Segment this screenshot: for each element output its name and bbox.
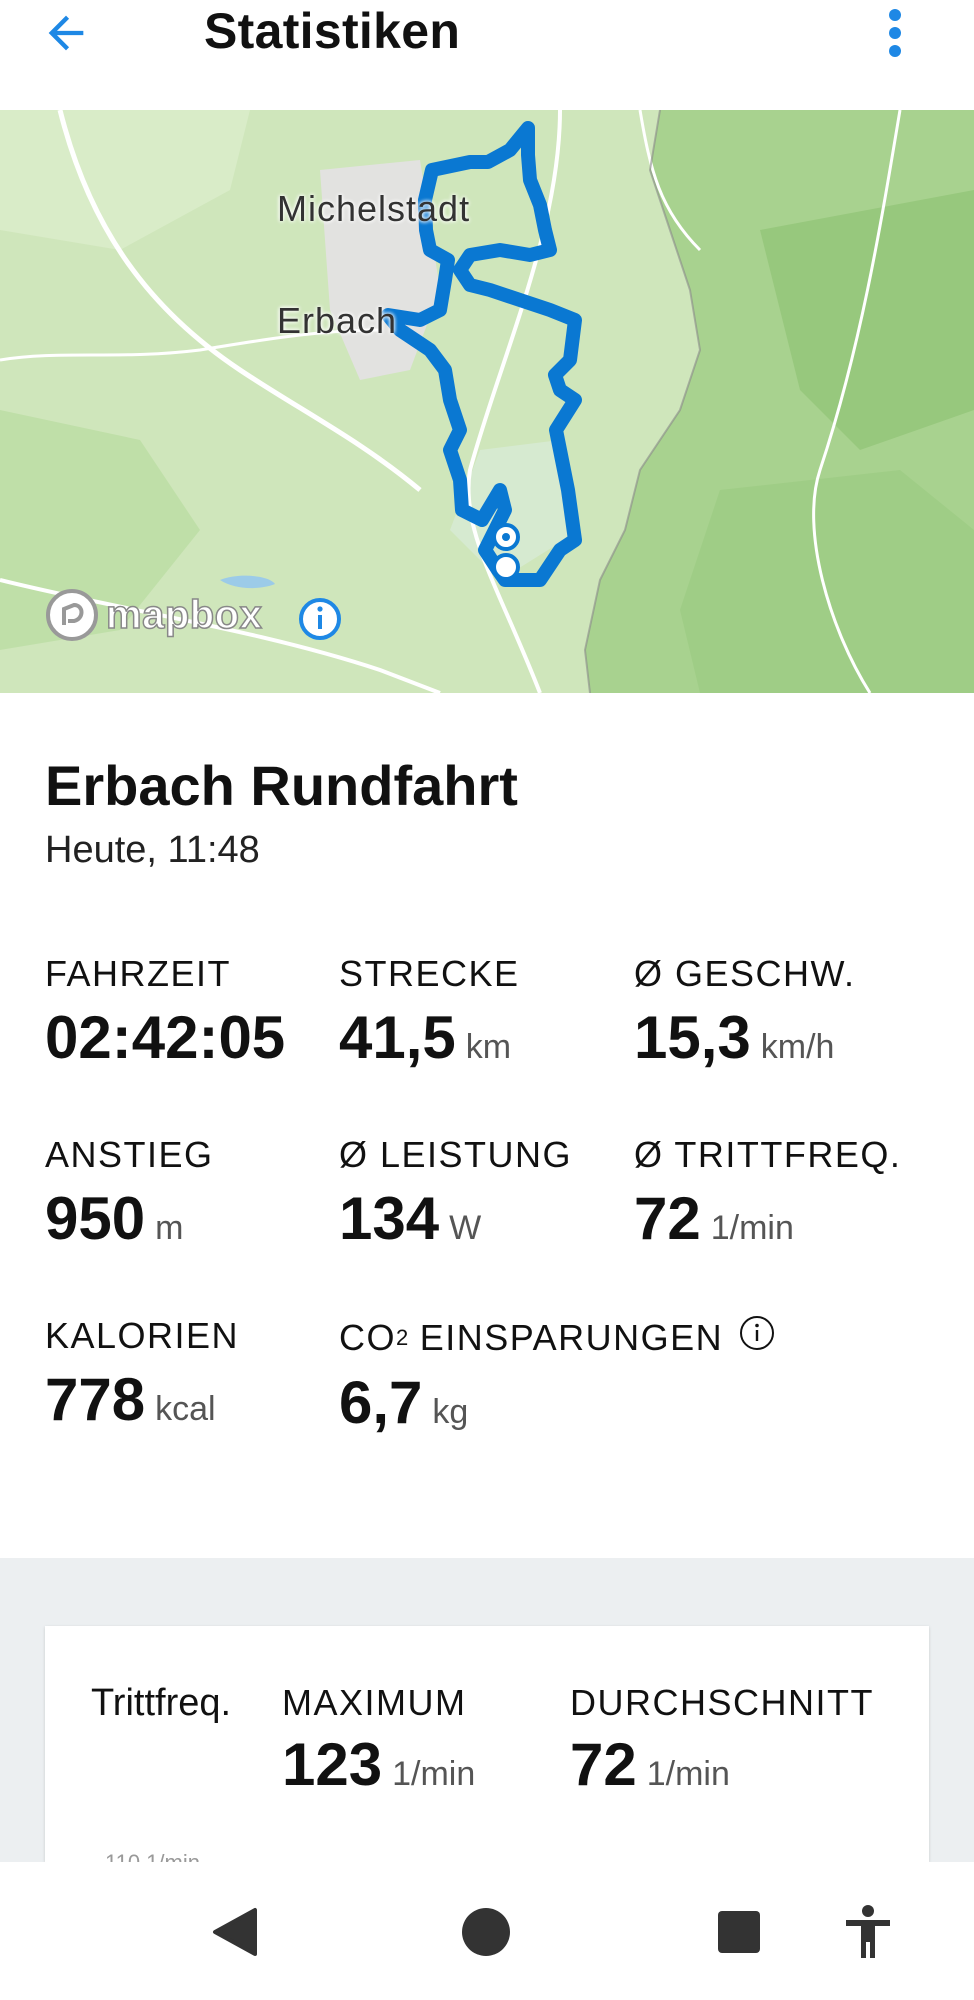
info-icon	[740, 1316, 775, 1350]
stat-fahrzeit: FAHRZEIT 02:42:05	[45, 953, 285, 1072]
stat-geschwindigkeit: Ø GESCHW. 15,3 km/h	[634, 953, 856, 1072]
stat-label: STRECKE	[339, 953, 520, 994]
stat-value: 134	[339, 1185, 440, 1252]
stat-kalorien: KALORIEN 778 kcal	[45, 1315, 239, 1434]
cadence-card[interactable]: Trittfreq. MAXIMUM 123 1/min DURCHSCHNITT…	[45, 1626, 929, 1862]
arrow-left-icon	[48, 15, 84, 51]
system-nav-bar	[0, 1862, 974, 2000]
stat-value: 950	[45, 1185, 146, 1252]
card-label: MAXIMUM	[282, 1682, 467, 1723]
mapbox-wordmark: mapbox	[105, 592, 263, 638]
stat-label: Ø TRITTFREQ.	[634, 1134, 902, 1175]
card-title: Trittfreq.	[91, 1682, 232, 1724]
stat-label: FAHRZEIT	[45, 953, 232, 994]
details-area: Trittfreq. MAXIMUM 123 1/min DURCHSCHNITT…	[0, 1558, 974, 1862]
chart-axis-label: 110 1/min	[105, 1850, 200, 1862]
accessibility-icon	[846, 1905, 890, 1958]
nav-back-button[interactable]	[204, 1902, 264, 1962]
co2-info-button[interactable]	[739, 1315, 775, 1360]
stat-anstieg: ANSTIEG 950 m	[45, 1134, 214, 1253]
map-attribution-info-button[interactable]	[298, 597, 342, 641]
ride-title: Erbach Rundfahrt	[45, 754, 518, 817]
cadence-maximum: MAXIMUM 123 1/min	[282, 1682, 475, 1799]
cadence-average: DURCHSCHNITT 72 1/min	[570, 1682, 874, 1799]
stat-unit: m	[155, 1209, 184, 1247]
stat-value: 41,5	[339, 1004, 456, 1071]
stat-unit: kg	[432, 1393, 469, 1431]
back-button[interactable]	[40, 0, 120, 66]
more-menu-button[interactable]	[870, 0, 920, 66]
card-unit: 1/min	[646, 1755, 730, 1793]
stat-value: 15,3	[634, 1004, 751, 1071]
co2-label-suffix: EINSPARUNGEN	[408, 1316, 724, 1358]
ride-summary: Erbach Rundfahrt Heute, 11:48 FAHRZEIT 0…	[0, 693, 974, 1558]
card-value: 123	[282, 1731, 383, 1798]
route-map[interactable]: Michelstadt Erbach mapbox	[0, 110, 974, 693]
co2-label-prefix: CO	[339, 1316, 396, 1358]
stat-label: CO 2 EINSPARUNGEN	[339, 1315, 775, 1360]
nav-recents-button[interactable]	[709, 1902, 769, 1962]
mapbox-logo-icon	[46, 589, 98, 641]
nav-back-icon	[213, 1908, 257, 1956]
app-bar: Statistiken	[0, 0, 974, 110]
map-label-michelstadt: Michelstadt	[277, 188, 471, 229]
stat-trittfrequenz: Ø TRITTFREQ. 72 1/min	[634, 1134, 901, 1253]
stat-strecke: STRECKE 41,5 km	[339, 953, 520, 1072]
accessibility-button[interactable]	[838, 1902, 898, 1962]
card-unit: 1/min	[392, 1755, 476, 1793]
ride-date: Heute, 11:48	[45, 829, 260, 871]
nav-recents-icon	[718, 1911, 760, 1953]
stat-co2: CO 2 EINSPARUNGEN 6,7 kg	[339, 1315, 775, 1437]
stat-label: Ø GESCHW.	[634, 953, 856, 994]
stat-value: 72	[634, 1185, 701, 1252]
stat-value: 778	[45, 1366, 146, 1433]
stat-label: KALORIEN	[45, 1315, 240, 1356]
stat-unit: 1/min	[710, 1209, 794, 1247]
stat-value: 6,7	[339, 1369, 423, 1436]
stat-unit: W	[449, 1209, 482, 1247]
stat-label: Ø LEISTUNG	[339, 1134, 573, 1175]
nav-home-button[interactable]	[456, 1902, 516, 1962]
map-label-erbach: Erbach	[277, 300, 398, 341]
card-value: 72	[570, 1731, 637, 1798]
stat-unit: km	[465, 1028, 512, 1066]
info-icon	[299, 598, 341, 640]
nav-home-icon	[462, 1908, 510, 1956]
end-marker	[492, 553, 520, 581]
stat-value: 02:42:05	[45, 1004, 286, 1071]
stat-unit: km/h	[760, 1028, 835, 1066]
card-label: DURCHSCHNITT	[570, 1682, 874, 1723]
co2-label-subscript: 2	[396, 1324, 409, 1350]
stat-unit: kcal	[155, 1390, 216, 1428]
page-title: Statistiken	[204, 3, 461, 59]
more-vert-icon	[889, 9, 901, 57]
stat-label: ANSTIEG	[45, 1134, 214, 1175]
mapbox-logo: mapbox	[44, 587, 263, 643]
stat-leistung: Ø LEISTUNG 134 W	[339, 1134, 572, 1253]
